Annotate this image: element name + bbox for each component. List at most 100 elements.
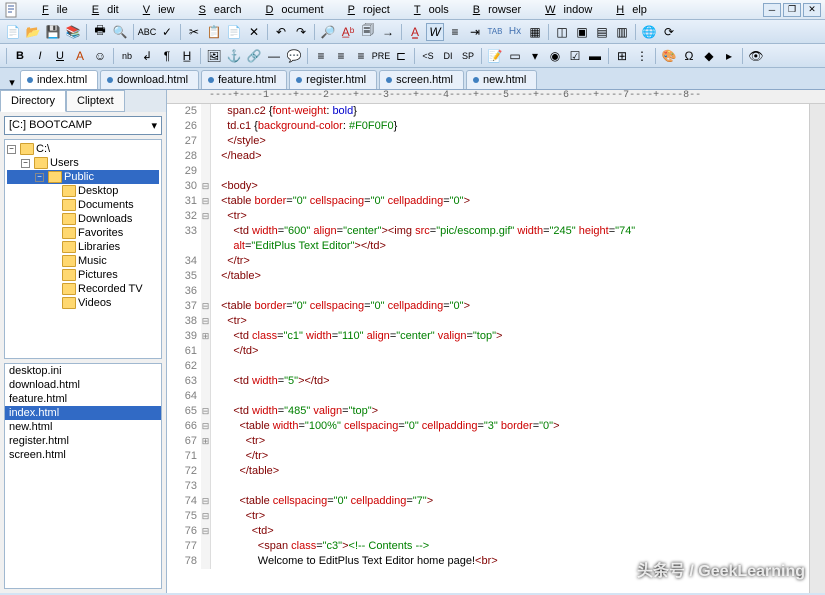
- tree-item[interactable]: −Public: [7, 170, 159, 184]
- lines-icon[interactable]: ≡: [446, 23, 464, 41]
- indent-icon[interactable]: ⇥: [466, 23, 484, 41]
- fold-marker[interactable]: [201, 374, 211, 389]
- tab-new-html[interactable]: new.html: [466, 70, 537, 89]
- cliptext-tab[interactable]: Cliptext: [66, 90, 125, 112]
- code-line[interactable]: 36: [167, 284, 825, 299]
- span-button[interactable]: SP: [459, 47, 477, 65]
- fold-marker[interactable]: [201, 284, 211, 299]
- form-icon[interactable]: 📝: [486, 47, 504, 65]
- code-line[interactable]: 64: [167, 389, 825, 404]
- file-item[interactable]: screen.html: [5, 448, 161, 462]
- wrap-icon[interactable]: W: [426, 23, 444, 41]
- goto-icon[interactable]: →: [379, 23, 397, 41]
- code-line[interactable]: 26 td.c1 {background-color: #F0F0F0}: [167, 119, 825, 134]
- left-icon[interactable]: ≡: [312, 47, 330, 65]
- code-line[interactable]: 62: [167, 359, 825, 374]
- fold-marker[interactable]: ⊟: [201, 494, 211, 509]
- file-item[interactable]: index.html: [5, 406, 161, 420]
- menu-window[interactable]: Window: [529, 2, 600, 18]
- fold-marker[interactable]: [201, 164, 211, 179]
- break-icon[interactable]: ↲: [138, 47, 156, 65]
- file-item[interactable]: new.html: [5, 420, 161, 434]
- code-line[interactable]: 27 </style>: [167, 134, 825, 149]
- fold-marker[interactable]: ⊟: [201, 509, 211, 524]
- right-icon[interactable]: ≡: [352, 47, 370, 65]
- tree-item[interactable]: Pictures: [7, 268, 159, 282]
- tree-item[interactable]: −Users: [7, 156, 159, 170]
- tab-download-html[interactable]: download.html: [100, 70, 199, 89]
- fold-marker[interactable]: [201, 149, 211, 164]
- refresh-icon[interactable]: ⟳: [660, 23, 678, 41]
- pre-button[interactable]: PRE: [372, 47, 390, 65]
- underline-button[interactable]: U: [51, 47, 69, 65]
- menu-document[interactable]: Document: [249, 2, 331, 18]
- code-line[interactable]: 78 Welcome to EditPlus Text Editor home …: [167, 554, 825, 569]
- code-line[interactable]: 38⊟ <tr>: [167, 314, 825, 329]
- tab-screen-html[interactable]: screen.html: [379, 70, 464, 89]
- file-item[interactable]: feature.html: [5, 392, 161, 406]
- fold-marker[interactable]: ⊟: [201, 209, 211, 224]
- panel4-icon[interactable]: ▥: [613, 23, 631, 41]
- find-icon[interactable]: 🔎: [319, 23, 337, 41]
- image-icon[interactable]: 🖼: [205, 47, 223, 65]
- code-line[interactable]: 25 span.c2 {font-weight: bold}: [167, 104, 825, 119]
- code-line[interactable]: 75⊟ <tr>: [167, 509, 825, 524]
- code-line[interactable]: 33 <td width="600" align="center"><img s…: [167, 224, 825, 239]
- code-line[interactable]: 61 </td>: [167, 344, 825, 359]
- open-icon[interactable]: 📂: [24, 23, 42, 41]
- file-item[interactable]: download.html: [5, 378, 161, 392]
- file-item[interactable]: register.html: [5, 434, 161, 448]
- app-icon[interactable]: ▸: [720, 47, 738, 65]
- code-line[interactable]: 77 <span class="c3"><!-- Contents -->: [167, 539, 825, 554]
- save-icon[interactable]: 💾: [44, 23, 62, 41]
- panel1-icon[interactable]: ◫: [553, 23, 571, 41]
- restore-button[interactable]: ❐: [783, 3, 801, 17]
- fold-marker[interactable]: [201, 449, 211, 464]
- code-line[interactable]: 34 </tr>: [167, 254, 825, 269]
- tree-item[interactable]: −C:\: [7, 142, 159, 156]
- code-line[interactable]: 32⊟ <tr>: [167, 209, 825, 224]
- blockquote-icon[interactable]: ⊏: [392, 47, 410, 65]
- check-icon[interactable]: ✓: [158, 23, 176, 41]
- color-icon[interactable]: 🎨: [660, 47, 678, 65]
- cut-icon[interactable]: ✂: [185, 23, 203, 41]
- check-icon[interactable]: ☑: [566, 47, 584, 65]
- new-icon[interactable]: 📄: [4, 23, 22, 41]
- input-icon[interactable]: ▭: [506, 47, 524, 65]
- obj-icon[interactable]: ◆: [700, 47, 718, 65]
- copy-icon[interactable]: 📋: [205, 23, 223, 41]
- code-line[interactable]: 31⊟ <table border="0" cellspacing="0" ce…: [167, 194, 825, 209]
- menu-browser[interactable]: Browser: [457, 2, 529, 18]
- list-icon[interactable]: ⋮: [633, 47, 651, 65]
- view-icon[interactable]: 👁: [747, 47, 765, 65]
- scrollbar-vertical[interactable]: [809, 104, 825, 593]
- para-icon[interactable]: ¶: [158, 47, 176, 65]
- code-line[interactable]: 74⊟ <table cellspacing="0" cellpadding="…: [167, 494, 825, 509]
- code-line[interactable]: 30⊟ <body>: [167, 179, 825, 194]
- browser-icon[interactable]: 🌐: [640, 23, 658, 41]
- expand-icon[interactable]: −: [21, 159, 30, 168]
- button-icon[interactable]: ▬: [586, 47, 604, 65]
- code-line[interactable]: 72 </table>: [167, 464, 825, 479]
- code-line[interactable]: 39⊞ <td class="c1" width="110" align="ce…: [167, 329, 825, 344]
- code-line[interactable]: 29: [167, 164, 825, 179]
- code-line[interactable]: 28 </head>: [167, 149, 825, 164]
- menu-project[interactable]: Project: [332, 2, 398, 18]
- fold-marker[interactable]: [201, 119, 211, 134]
- fold-marker[interactable]: [201, 104, 211, 119]
- code-line[interactable]: 37⊟ <table border="0" cellspacing="0" ce…: [167, 299, 825, 314]
- saveall-icon[interactable]: 📚: [64, 23, 82, 41]
- fold-marker[interactable]: [201, 134, 211, 149]
- face-icon[interactable]: ☺: [91, 47, 109, 65]
- script-button[interactable]: <S: [419, 47, 437, 65]
- expand-icon[interactable]: −: [7, 145, 16, 154]
- tab-index-html[interactable]: index.html: [20, 70, 98, 89]
- code-line[interactable]: 66⊟ <table width="100%" cellspacing="0" …: [167, 419, 825, 434]
- tab-icon[interactable]: TAB: [486, 23, 504, 41]
- panel3-icon[interactable]: ▤: [593, 23, 611, 41]
- radio-icon[interactable]: ◉: [546, 47, 564, 65]
- fold-marker[interactable]: ⊟: [201, 524, 211, 539]
- menu-view[interactable]: View: [127, 2, 183, 18]
- tab-menu-icon[interactable]: ▾: [4, 76, 20, 89]
- spell-icon[interactable]: ABC: [138, 23, 156, 41]
